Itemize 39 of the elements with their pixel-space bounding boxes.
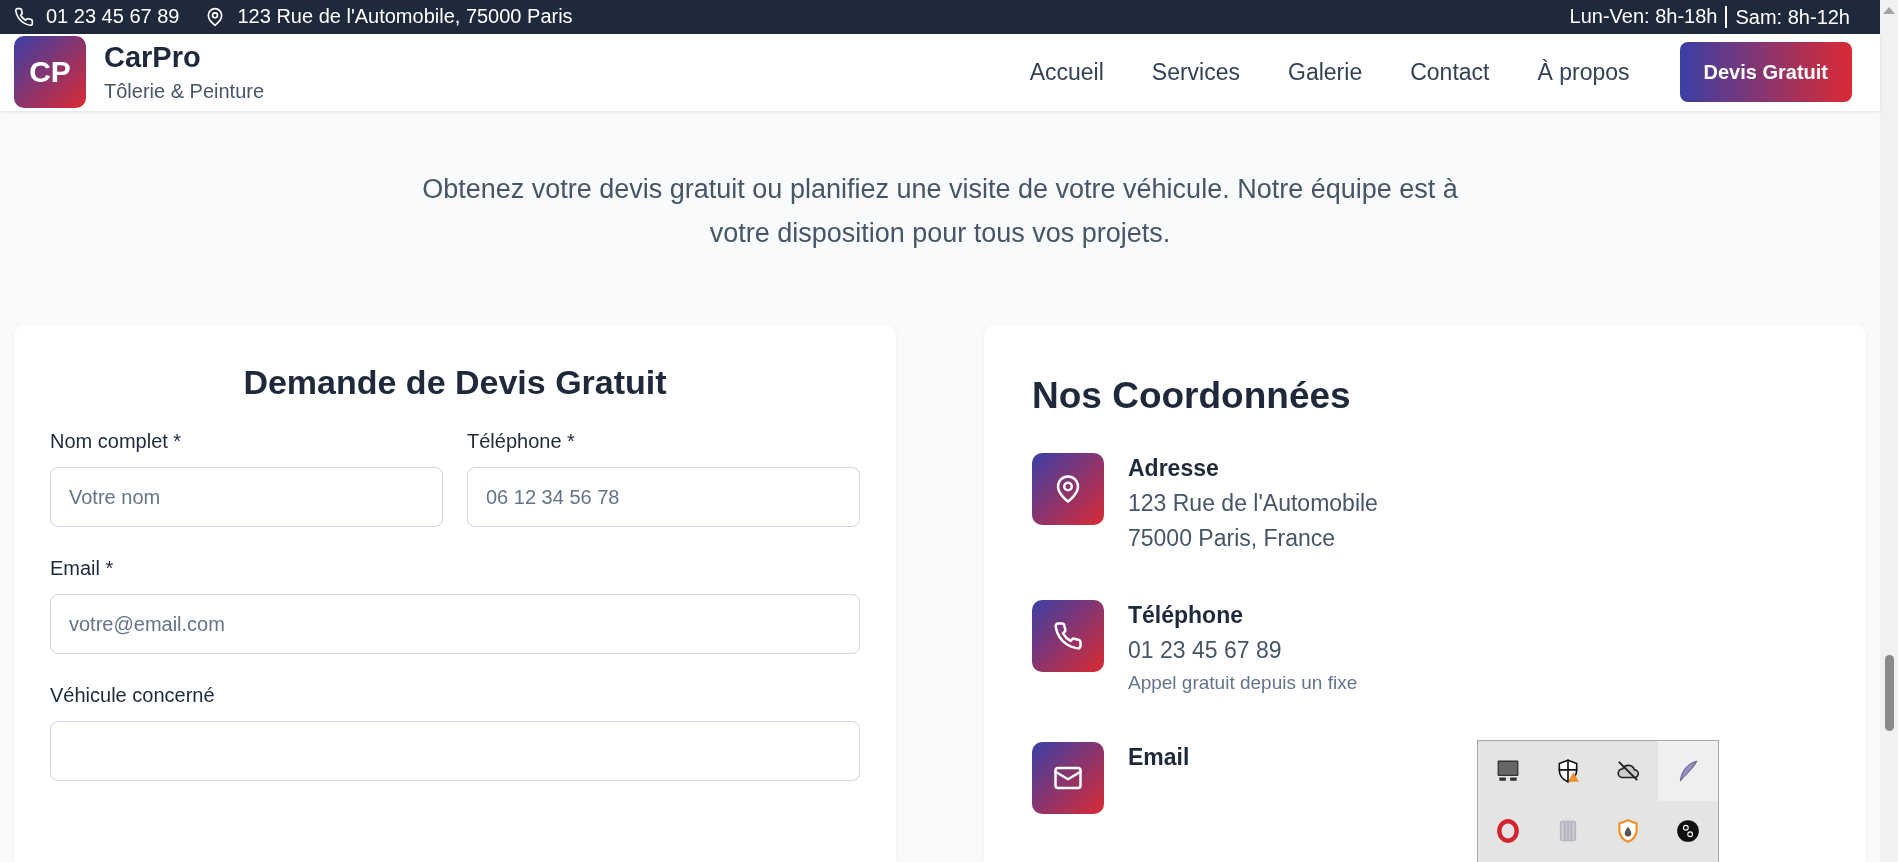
cloud-off-icon[interactable] [1615,758,1641,784]
field-label: Véhicule concerné [50,684,216,707]
quote-button[interactable]: Devis Gratuit [1679,42,1852,103]
contact-detail: 75000 Paris, France [1128,525,1337,552]
contact-detail: 01 23 45 67 89 [1128,637,1283,664]
field-label: Téléphone * [467,430,576,453]
contact-title: Nos Coordonnées [1032,375,1352,417]
contact-label: Email [1128,744,1190,771]
phone-icon [14,6,34,27]
form-title: Demande de Devis Gratuit [242,363,668,402]
nav-link[interactable]: À propos [1537,58,1630,86]
input-field[interactable] [50,721,860,781]
address-text: 123 Rue de l'Automobile, 75000 Paris [237,5,573,29]
nav-link[interactable]: Accueil [1029,58,1104,86]
nav-link[interactable]: Contact [1410,58,1490,86]
phone-number: 01 23 45 67 89 [46,5,180,29]
opening-hours: Sam: 8h-12h [1725,5,1850,28]
field-label: Email * [50,557,115,580]
phone-icon [1053,621,1083,651]
nav-link[interactable]: Galerie [1288,58,1363,86]
scrollbar[interactable] [1880,0,1898,862]
round-logo-icon[interactable] [1675,818,1701,844]
brand-tagline: Tôlerie & Peinture [104,80,265,104]
opening-hours: Lun-Ven: 8h-18h [1569,5,1718,29]
intro-text: Obtenez votre devis gratuit ou planifiez une visite de votre véhicule. Notre équipe est à votre disposition pour tous vos projets. [421,173,1459,250]
field-label: Nom complet * [50,430,183,453]
contact-detail: 123 Rue de l'Automobile [1128,490,1378,517]
contact-note: Appel gratuit depuis un fixe [1128,672,1358,694]
monitor-icon[interactable] [1495,758,1521,784]
brand-name: CarPro [104,41,202,75]
ring-icon[interactable] [1495,818,1521,844]
input-field[interactable]: Votre nom [50,467,443,527]
logo-badge[interactable]: CP [14,36,86,109]
contact-label: Téléphone [1128,602,1244,629]
nav-link[interactable]: Services [1151,58,1241,86]
input-field[interactable]: votre@email.com [50,594,860,654]
contact-label: Adresse [1128,455,1220,482]
input-field[interactable]: 06 12 34 56 78 [467,467,860,527]
flame-shield-icon[interactable] [1615,818,1641,844]
